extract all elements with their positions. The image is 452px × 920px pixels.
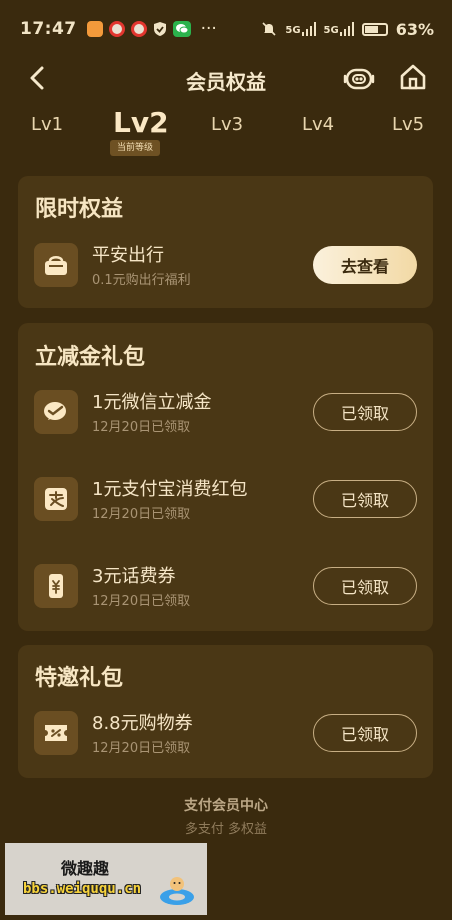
wechat-icon [172, 21, 191, 37]
level-tabs: Lv1 Lv2 Lv3 Lv4 Lv5 [0, 104, 452, 160]
tab-lv3[interactable]: Lv3 [211, 114, 243, 135]
tab-lv4[interactable]: Lv4 [302, 114, 334, 135]
section-title: 限时权益 [35, 197, 124, 222]
section-special-invite-pack: 特邀礼包 8.8元购物券 12月20日已领取 已领取 [18, 645, 433, 778]
shield-icon [153, 22, 166, 36]
battery-icon [361, 22, 388, 36]
list-item: 3元话费券 12月20日已领取 已领取 [18, 552, 433, 622]
phone-yuan-icon [34, 564, 78, 608]
status-more: ··· [200, 19, 217, 39]
swim-ring-icon [160, 877, 194, 905]
list-item: 1元支付宝消费红包 12月20日已领取 已领取 [18, 465, 433, 535]
tab-lv1[interactable]: Lv1 [31, 114, 63, 135]
alipay-icon [34, 477, 78, 521]
claimed-button[interactable]: 已领取 [313, 393, 417, 431]
claimed-button[interactable]: 已领取 [313, 714, 417, 752]
orange-app-icon [86, 21, 103, 37]
wechat-pay-icon [34, 390, 78, 434]
status-time: 17:47 [20, 19, 77, 39]
item-title: 1元微信立减金 [92, 392, 212, 413]
battery-percent: 63% [395, 19, 434, 39]
weibo-icon [130, 21, 147, 37]
tab-lv2[interactable]: Lv2 [113, 106, 169, 139]
item-subtitle: 12月20日已领取 [92, 507, 191, 522]
item-subtitle: 12月20日已领取 [92, 420, 191, 435]
home-icon[interactable] [398, 62, 428, 92]
status-app-icons: ··· [86, 19, 217, 39]
robot-icon[interactable] [343, 62, 375, 94]
list-item: 1元微信立减金 12月20日已领取 已领取 [18, 378, 433, 448]
signal-bars-icon [339, 22, 354, 36]
watermark-url: bbs.weiququ.cn [23, 881, 142, 897]
section-limited-benefits: 限时权益 平安出行 0.1元购出行福利 去查看 [18, 176, 433, 308]
list-item: 8.8元购物券 12月20日已领取 已领取 [18, 699, 433, 769]
tab-lv5[interactable]: Lv5 [392, 114, 424, 135]
claimed-button[interactable]: 已领取 [313, 480, 417, 518]
signal-5g-2: 5G [324, 22, 354, 36]
item-subtitle: 0.1元购出行福利 [92, 273, 191, 288]
coupon-icon [34, 711, 78, 755]
watermark-name: 微趣趣 [61, 859, 110, 878]
item-title: 3元话费券 [92, 566, 176, 587]
section-title: 立减金礼包 [35, 345, 146, 370]
view-button[interactable]: 去查看 [313, 246, 417, 284]
current-level-badge: 当前等级 [110, 140, 160, 156]
item-subtitle: 12月20日已领取 [92, 594, 191, 609]
signal-bars-icon [301, 22, 316, 36]
section-title: 特邀礼包 [35, 666, 124, 691]
page-title: 会员权益 [186, 70, 266, 94]
watermark: 微趣趣 bbs.weiququ.cn [5, 843, 207, 915]
status-right: 5G 5G 63% [261, 20, 434, 39]
section-discount-pack: 立减金礼包 1元微信立减金 12月20日已领取 已领取 1元支付宝消费红包 12… [18, 323, 433, 631]
footer-title: 支付会员中心 [184, 798, 268, 814]
basket-icon [34, 243, 78, 287]
list-item: 平安出行 0.1元购出行福利 去查看 [18, 231, 433, 301]
claimed-button[interactable]: 已领取 [313, 567, 417, 605]
item-title: 1元支付宝消费红包 [92, 479, 248, 500]
footer-subtitle: 多支付 多权益 [184, 822, 268, 837]
weibo-icon [108, 21, 125, 37]
item-title: 平安出行 [92, 245, 164, 266]
status-bar: 17:47 ··· 5G 5G 63% [0, 0, 452, 58]
mute-bell-icon [262, 22, 276, 36]
item-title: 8.8元购物券 [92, 713, 193, 734]
signal-5g-1: 5G [285, 22, 316, 36]
nav-bar: 会员权益 [0, 58, 452, 98]
item-subtitle: 12月20日已领取 [92, 741, 191, 756]
